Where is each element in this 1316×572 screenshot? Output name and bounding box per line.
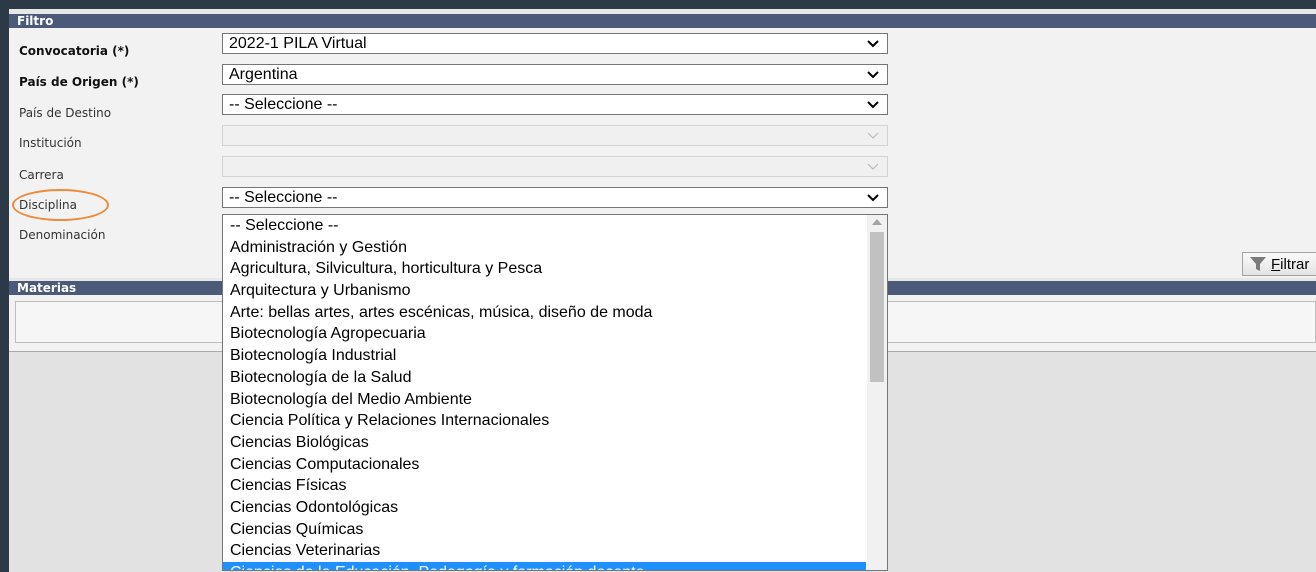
carrera-label: Carrera xyxy=(19,168,64,182)
chevron-down-icon xyxy=(867,132,879,139)
disciplina-option[interactable]: Ciencias Químicas xyxy=(223,519,866,541)
window-frame-left xyxy=(0,0,9,571)
filtrar-button[interactable]: Filtrar xyxy=(1242,252,1316,276)
disciplina-option[interactable]: Biotecnología Industrial xyxy=(223,345,866,367)
disciplina-option[interactable]: Ciencias Odontológicas xyxy=(223,497,866,519)
scroll-thumb[interactable] xyxy=(870,232,884,382)
pais-origen-value: Argentina xyxy=(229,66,298,83)
filtrar-label: iltrar xyxy=(1280,255,1310,273)
disciplina-option[interactable]: Biotecnología Agropecuaria xyxy=(223,323,866,345)
disciplina-option[interactable]: Administración y Gestión xyxy=(223,237,866,259)
disciplina-option[interactable]: Ciencias Veterinarias xyxy=(223,540,866,562)
pais-destino-value: -- Seleccione -- xyxy=(229,96,338,113)
convocatoria-value: 2022-1 PILA Virtual xyxy=(229,35,367,52)
window-frame-top xyxy=(0,0,1316,9)
convocatoria-label: Convocatoria (*) xyxy=(19,44,130,58)
pais-destino-select[interactable]: -- Seleccione -- xyxy=(222,94,888,115)
disciplina-option[interactable]: Biotecnología del Medio Ambiente xyxy=(223,389,866,411)
pais-destino-label: País de Destino xyxy=(19,106,112,120)
chevron-down-icon xyxy=(867,194,879,202)
disciplina-option[interactable]: Arte: bellas artes, artes escénicas, mús… xyxy=(223,302,866,324)
dropdown-scrollbar[interactable] xyxy=(867,215,887,570)
chevron-down-icon xyxy=(867,71,879,79)
filtro-header: Filtro xyxy=(9,14,1316,28)
disciplina-option[interactable]: Ciencias Biológicas xyxy=(223,432,866,454)
chevron-down-icon xyxy=(867,101,879,109)
carrera-select[interactable] xyxy=(222,156,888,177)
pais-origen-label: País de Origen (*) xyxy=(19,75,139,89)
pais-origen-select[interactable]: Argentina xyxy=(222,64,888,85)
denominacion-label: Denominación xyxy=(19,228,106,242)
scroll-up-arrow-icon[interactable] xyxy=(872,219,882,225)
disciplina-option[interactable]: Arquitectura y Urbanismo xyxy=(223,280,866,302)
institucion-label: Institución xyxy=(19,136,82,150)
disciplina-value: -- Seleccione -- xyxy=(229,189,338,206)
disciplina-option[interactable]: Agricultura, Silvicultura, horticultura … xyxy=(223,258,866,280)
convocatoria-select[interactable]: 2022-1 PILA Virtual xyxy=(222,33,888,54)
institucion-select[interactable] xyxy=(222,125,888,146)
disciplina-select[interactable]: -- Seleccione -- xyxy=(222,187,888,208)
chevron-down-icon xyxy=(867,40,879,48)
disciplina-dropdown-list[interactable]: -- Seleccione -- Administración y Gestión… xyxy=(222,214,888,571)
disciplina-option[interactable]: Biotecnología de la Salud xyxy=(223,367,866,389)
filter-icon xyxy=(1250,257,1266,271)
disciplina-option[interactable]: Ciencias Computacionales xyxy=(223,454,866,476)
disciplina-options: -- Seleccione -- Administración y Gestión… xyxy=(223,215,866,570)
chevron-down-icon xyxy=(867,163,879,170)
disciplina-option[interactable]: Ciencia Política y Relaciones Internacio… xyxy=(223,410,866,432)
disciplina-option[interactable]: Ciencias de la Educación, Pedagogía y fo… xyxy=(223,562,866,570)
filtrar-accesskey: F xyxy=(1271,255,1281,273)
disciplina-label: Disciplina xyxy=(19,198,78,212)
disciplina-option[interactable]: Ciencias Físicas xyxy=(223,475,866,497)
disciplina-option[interactable]: -- Seleccione -- xyxy=(223,215,866,237)
